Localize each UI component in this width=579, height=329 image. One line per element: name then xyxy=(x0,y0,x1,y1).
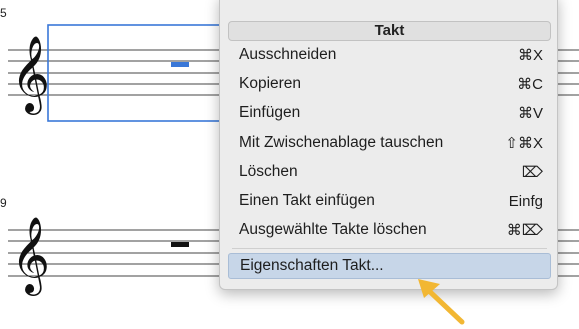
arrow-pointer-icon xyxy=(418,279,465,325)
